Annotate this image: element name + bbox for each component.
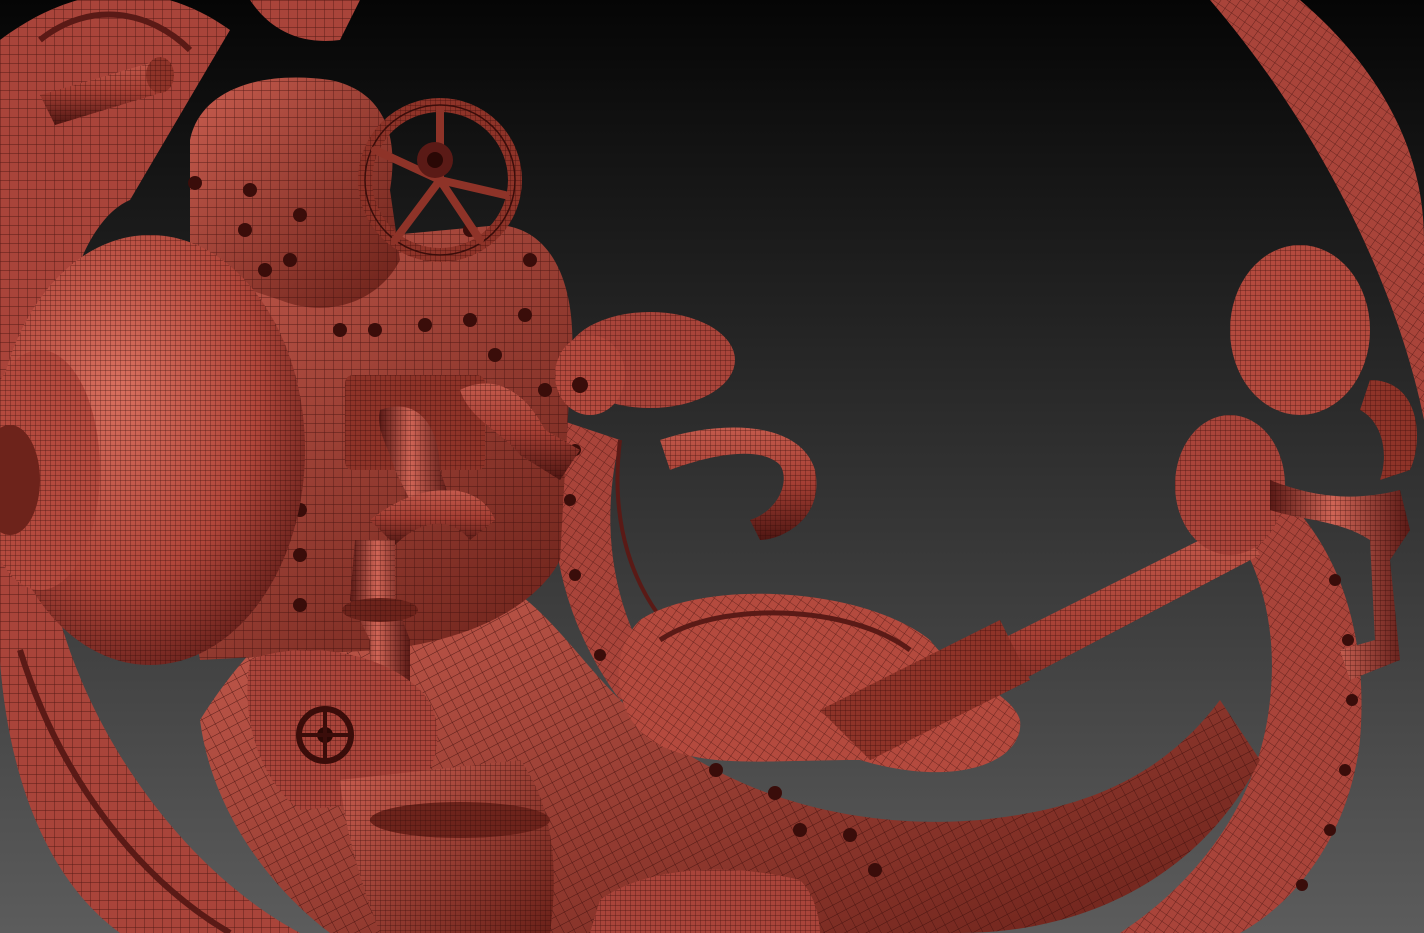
wireframe-render xyxy=(0,0,1424,933)
lower-cylinder xyxy=(340,760,554,933)
3d-viewport[interactable] xyxy=(0,0,1424,933)
side-dome xyxy=(0,235,305,665)
